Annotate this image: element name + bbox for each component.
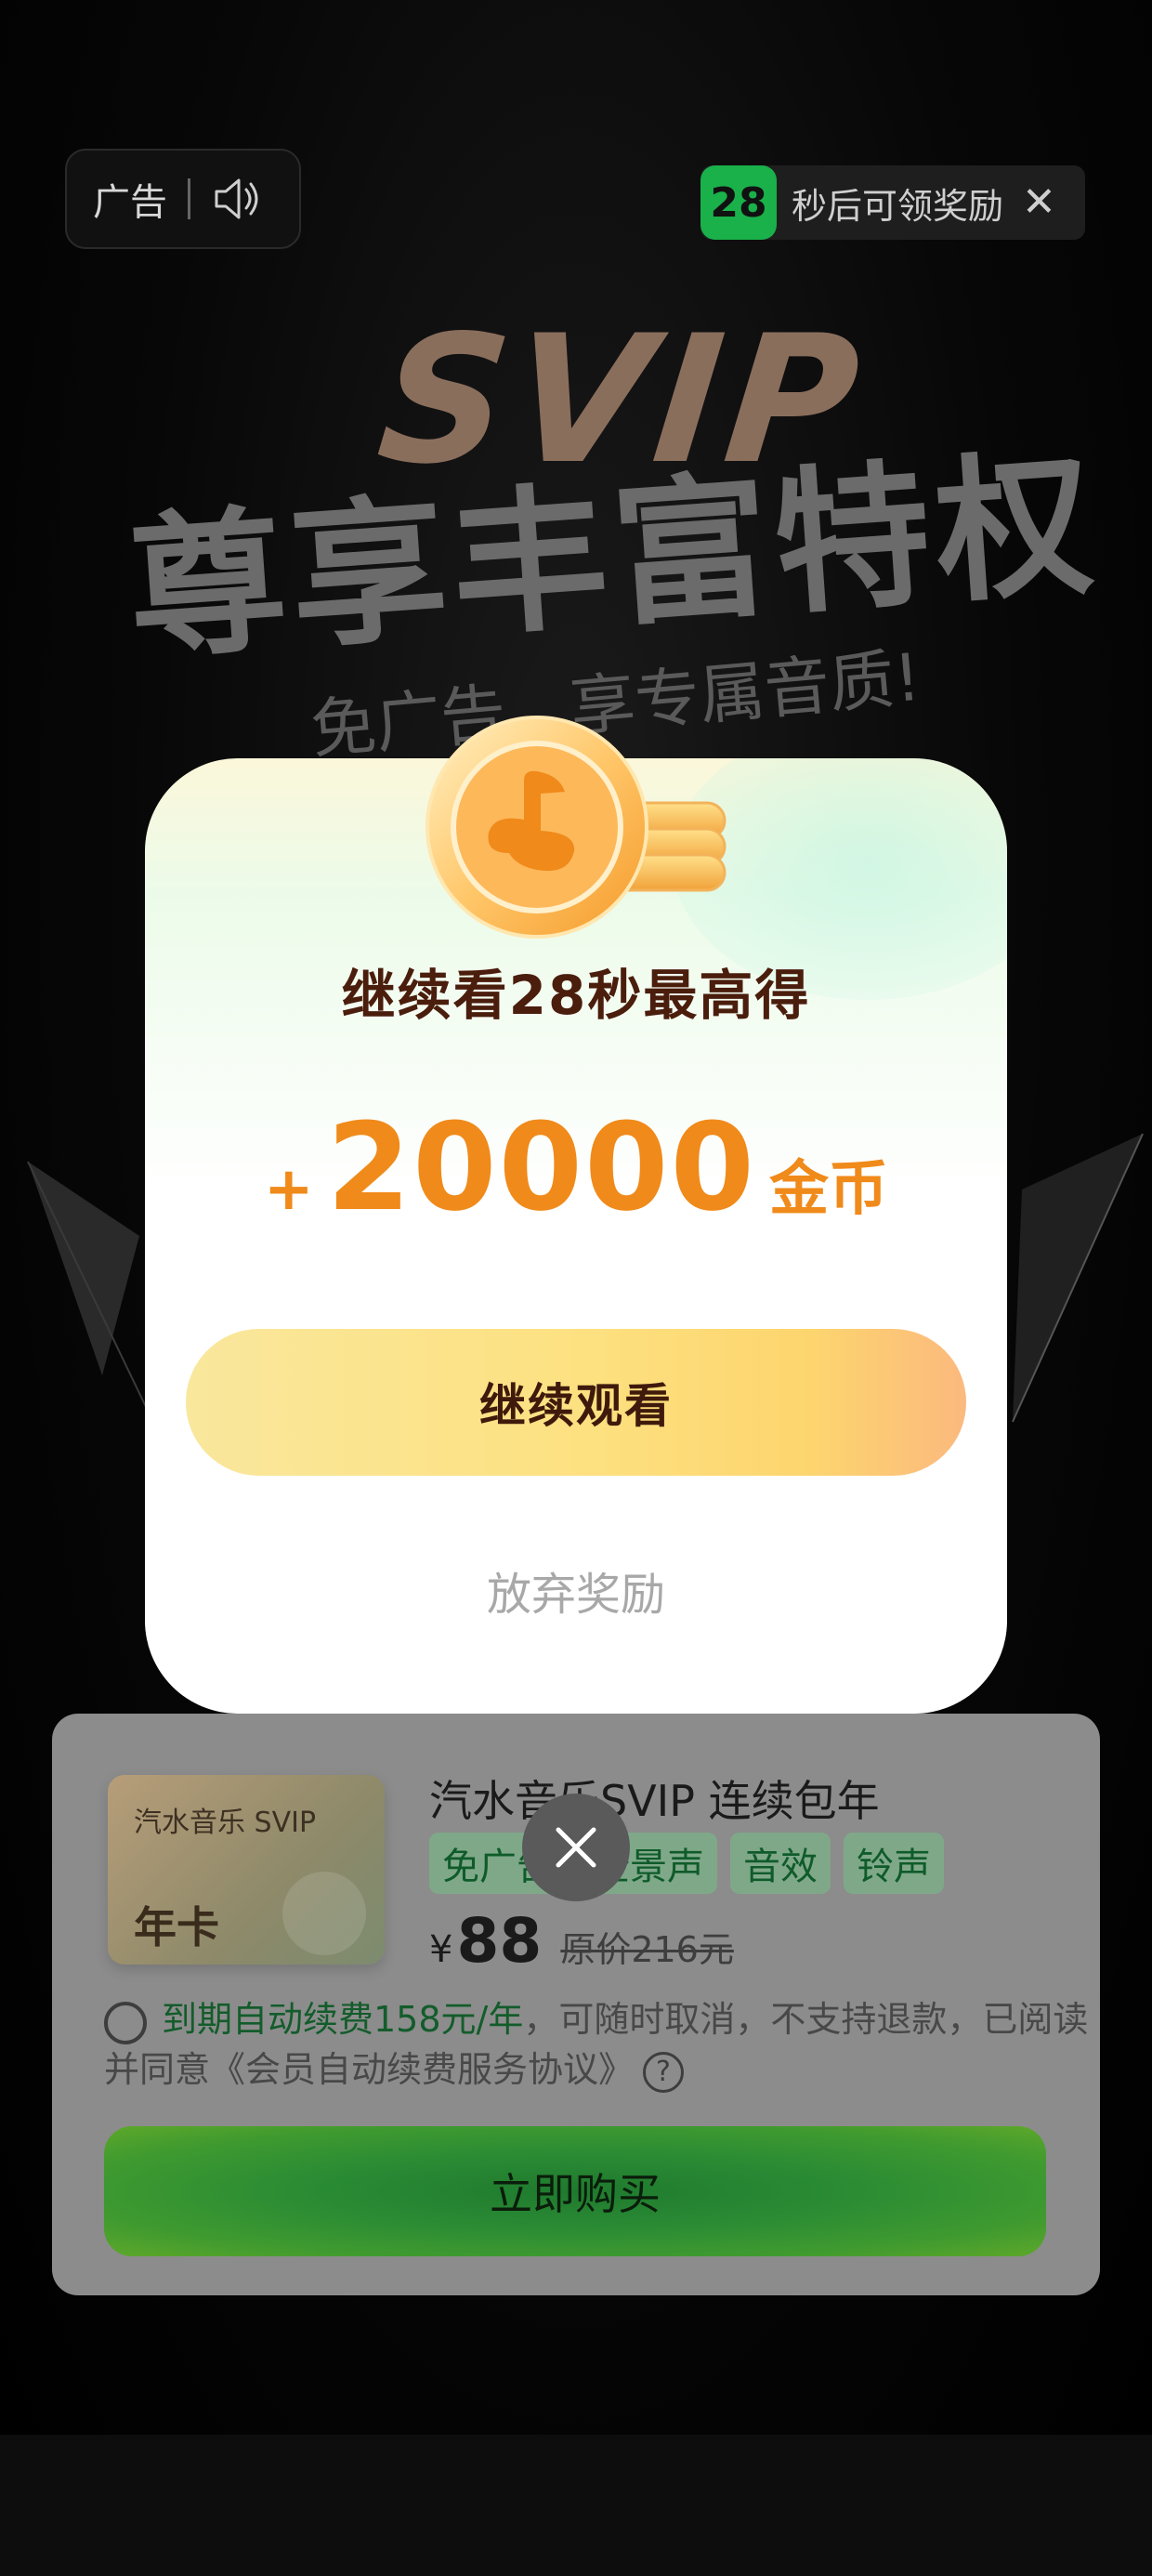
help-icon[interactable]: ? bbox=[643, 2051, 685, 2093]
reward-plus: + bbox=[264, 1155, 314, 1224]
countdown-seconds: 28 bbox=[700, 165, 777, 240]
reward-countdown: 28 秒后可领奖励 ✕ bbox=[700, 165, 1085, 240]
continue-watching-button[interactable]: 继续观看 bbox=[186, 1329, 966, 1476]
reward-amount-row: + 20000 金币 bbox=[0, 1097, 1152, 1238]
feature-tags: 免广告 全景声 音效 铃声 bbox=[429, 1833, 944, 1894]
close-icon bbox=[556, 1827, 596, 1868]
ad-divider bbox=[188, 178, 190, 219]
ad-label: 广告 bbox=[93, 181, 167, 224]
ad-badge: 广告 bbox=[65, 149, 301, 249]
auto-renew-notice: 到期自动续费158元/年 bbox=[162, 1999, 524, 2040]
original-price: 原价216元 bbox=[560, 1929, 734, 1970]
reward-amount: 20000 bbox=[326, 1097, 756, 1238]
abandon-reward-link[interactable]: 放弃奖励 bbox=[0, 1557, 1152, 1623]
speaker-icon[interactable] bbox=[211, 173, 263, 225]
buy-now-button[interactable]: 立即购买 bbox=[104, 2126, 1046, 2256]
countdown-text: 秒后可领奖励 bbox=[792, 185, 1004, 227]
reward-unit: 金币 bbox=[768, 1155, 888, 1224]
reward-headline: 继续看28秒最高得 bbox=[341, 964, 811, 1027]
agreement-text: 到期自动续费158元/年，可随时取消，不支持退款，已阅读并同意《会员自动续费服务… bbox=[104, 1994, 1089, 2095]
close-icon[interactable]: ✕ bbox=[1022, 182, 1056, 223]
bottom-strip bbox=[0, 2435, 1152, 2576]
thumbnail-type: 年卡 bbox=[134, 1902, 219, 1952]
product-title: 汽水音乐SVIP 连续包年 bbox=[429, 1776, 880, 1826]
price-symbol: ¥ bbox=[429, 1928, 453, 1971]
thumbnail-brand: 汽水音乐 SVIP bbox=[134, 1807, 317, 1839]
feature-tag: 铃声 bbox=[844, 1833, 944, 1894]
thumbnail-logo-icon bbox=[282, 1872, 366, 1955]
price-row: ¥ 88 原价216元 bbox=[429, 1905, 734, 1977]
modal-close-button[interactable] bbox=[522, 1794, 630, 1901]
feature-tag: 音效 bbox=[730, 1833, 831, 1894]
product-thumbnail: 汽水音乐 SVIP 年卡 bbox=[108, 1775, 385, 1965]
coin-icon bbox=[425, 716, 727, 939]
price-value: 88 bbox=[456, 1905, 543, 1977]
